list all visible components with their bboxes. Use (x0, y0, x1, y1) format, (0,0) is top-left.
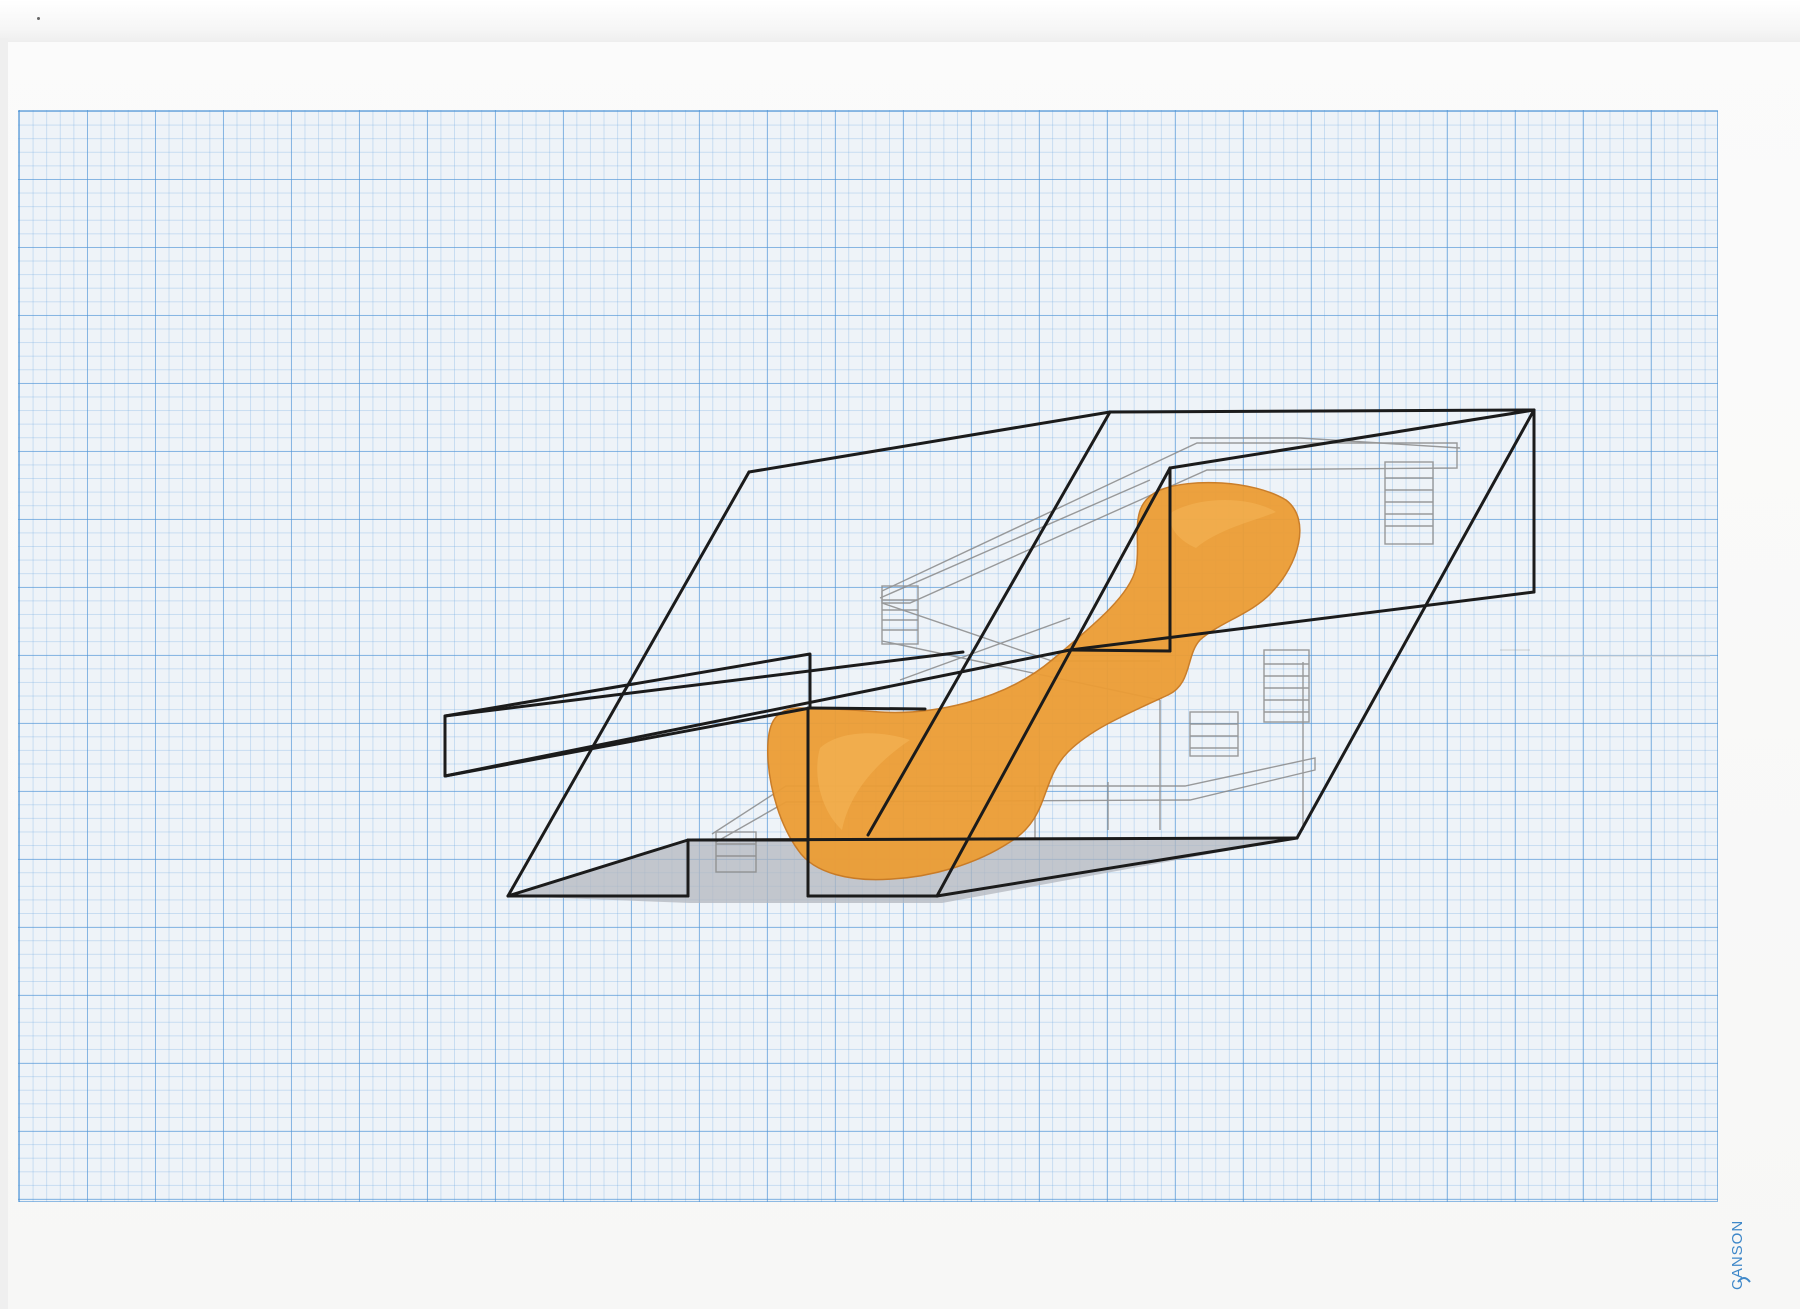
orange-blob-volume (766, 481, 1301, 881)
architectural-sketch (443, 408, 1710, 903)
brand-text: CANSON (1729, 1219, 1746, 1290)
paper-sheet: CANSON (0, 0, 1800, 1309)
